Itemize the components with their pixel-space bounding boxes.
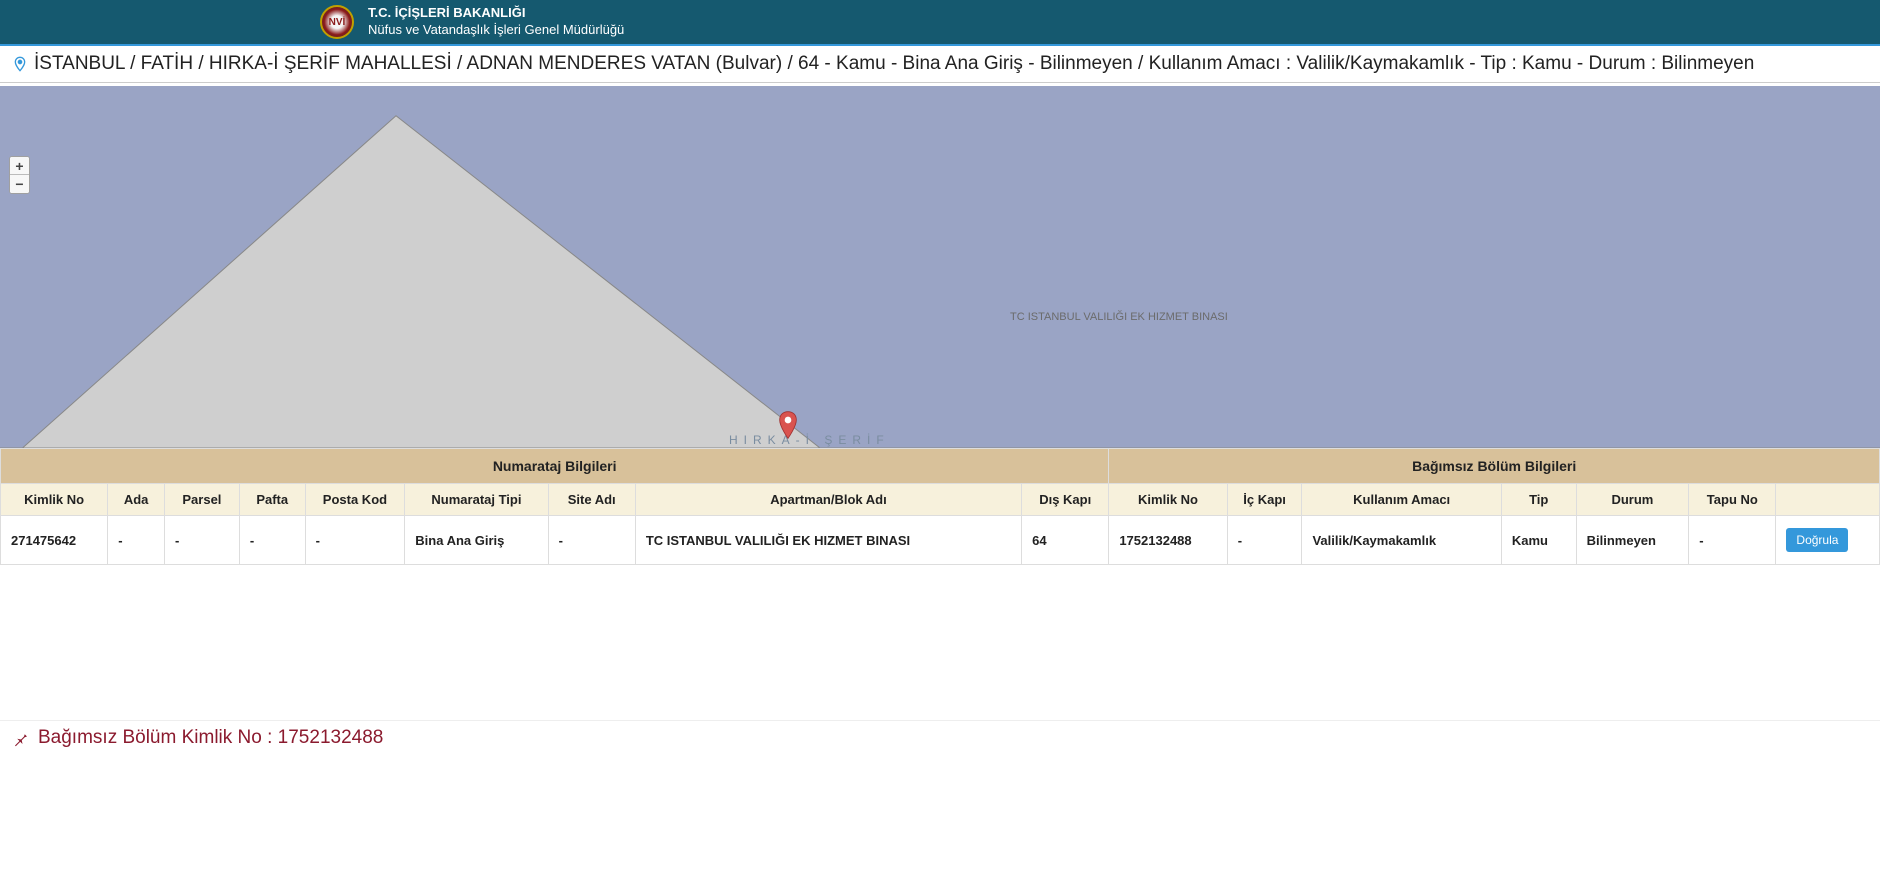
cell-numarataj-tipi: Bina Ana Giriş <box>405 516 548 565</box>
col-kimlik-no-1: Kimlik No <box>1 484 108 516</box>
cell-parsel: - <box>165 516 240 565</box>
map-marker-icon[interactable] <box>778 411 798 444</box>
col-action <box>1776 484 1880 516</box>
map-viewport[interactable]: + − TC ISTANBUL VALILIĞI EK HIZMET BINAS… <box>0 83 1880 448</box>
breadcrumb: İSTANBUL / FATİH / HIRKA-İ ŞERİF MAHALLE… <box>0 46 1880 83</box>
cell-kimlik-no-1: 271475642 <box>1 516 108 565</box>
location-pin-icon <box>12 54 28 74</box>
table-group-header-row: Numarataj Bilgileri Bağımsız Bölüm Bilgi… <box>1 449 1880 484</box>
zoom-out-button[interactable]: − <box>10 175 29 193</box>
map-building-label: TC ISTANBUL VALILIĞI EK HIZMET BINASI <box>1010 311 1228 323</box>
group-header-bagimsiz: Bağımsız Bölüm Bilgileri <box>1109 449 1880 484</box>
cell-action: Doğrula <box>1776 516 1880 565</box>
cell-site-adi: - <box>548 516 635 565</box>
cell-kimlik-no-2: 1752132488 <box>1109 516 1227 565</box>
details-table: Numarataj Bilgileri Bağımsız Bölüm Bilgi… <box>0 448 1880 565</box>
cell-apartman: TC ISTANBUL VALILIĞI EK HIZMET BINASI <box>635 516 1021 565</box>
footer-text: Bağımsız Bölüm Kimlik No : 1752132488 <box>38 727 383 749</box>
breadcrumb-text: İSTANBUL / FATİH / HIRKA-İ ŞERİF MAHALLE… <box>34 53 1754 75</box>
col-numarataj-tipi: Numarataj Tipi <box>405 484 548 516</box>
cell-durum: Bilinmeyen <box>1576 516 1689 565</box>
nvi-logo: NVİ <box>320 5 354 39</box>
cell-tapu-no: - <box>1689 516 1776 565</box>
col-site-adi: Site Adı <box>548 484 635 516</box>
map-parcels <box>0 86 1880 448</box>
department-title: Nüfus ve Vatandaşlık İşleri Genel Müdürl… <box>368 22 624 39</box>
col-tip: Tip <box>1501 484 1576 516</box>
zoom-in-button[interactable]: + <box>10 157 29 175</box>
cell-ic-kapi: - <box>1227 516 1302 565</box>
col-durum: Durum <box>1576 484 1689 516</box>
verify-button[interactable]: Doğrula <box>1786 528 1848 552</box>
col-parsel: Parsel <box>165 484 240 516</box>
col-kullanim-amaci: Kullanım Amacı <box>1302 484 1501 516</box>
cell-pafta: - <box>239 516 305 565</box>
group-header-numarataj: Numarataj Bilgileri <box>1 449 1109 484</box>
col-ada: Ada <box>108 484 165 516</box>
col-posta-kod: Posta Kod <box>305 484 405 516</box>
cell-ada: - <box>108 516 165 565</box>
app-header: NVİ T.C. İÇİŞLERİ BAKANLIĞI Nüfus ve Vat… <box>0 0 1880 46</box>
col-ic-kapi: İç Kapı <box>1227 484 1302 516</box>
col-dis-kapi: Dış Kapı <box>1022 484 1109 516</box>
cell-kullanim-amaci: Valilik/Kaymakamlık <box>1302 516 1501 565</box>
table-row: 271475642 - - - - Bina Ana Giriş - TC IS… <box>1 516 1880 565</box>
footer-identity: Bağımsız Bölüm Kimlik No : 1752132488 <box>0 720 1880 755</box>
pushpin-icon <box>12 729 30 747</box>
zoom-controls: + − <box>9 156 30 194</box>
col-tapu-no: Tapu No <box>1689 484 1776 516</box>
ministry-title: T.C. İÇİŞLERİ BAKANLIĞI <box>368 5 624 22</box>
map-district-label: HIRKA-İ ŞERİF <box>729 433 890 447</box>
col-kimlik-no-2: Kimlik No <box>1109 484 1227 516</box>
col-pafta: Pafta <box>239 484 305 516</box>
cell-tip: Kamu <box>1501 516 1576 565</box>
header-titles: T.C. İÇİŞLERİ BAKANLIĞI Nüfus ve Vatanda… <box>368 5 624 39</box>
cell-dis-kapi: 64 <box>1022 516 1109 565</box>
cell-posta-kod: - <box>305 516 405 565</box>
table-column-header-row: Kimlik No Ada Parsel Pafta Posta Kod Num… <box>1 484 1880 516</box>
col-apartman: Apartman/Blok Adı <box>635 484 1021 516</box>
